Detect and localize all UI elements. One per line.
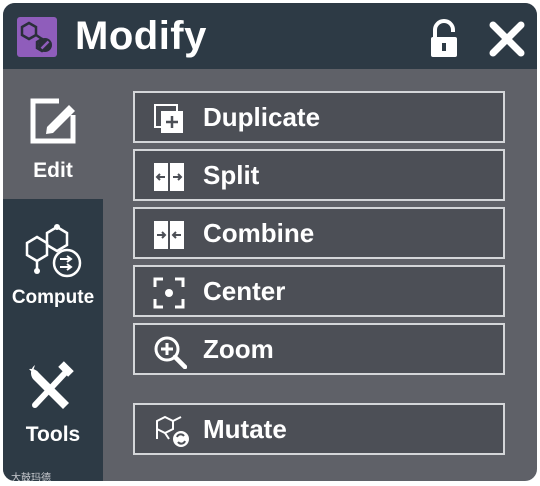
sidebar: Edit Compute Tools [3,69,103,481]
zoom-icon [153,335,188,370]
duplicate-icon [153,103,185,135]
close-icon[interactable] [487,19,527,59]
watermark: 大鼓玛德 [11,473,51,481]
tools-icon [25,361,81,418]
tab-edit-label: Edit [33,159,73,182]
window-title: Modify [75,14,207,58]
tab-tools[interactable]: Tools [3,335,103,481]
tab-edit[interactable]: Edit [3,69,103,199]
mutate-icon [153,413,189,449]
zoom-button[interactable]: Zoom [133,323,505,375]
unlock-icon[interactable] [427,19,461,59]
modify-panel: Modify Edit Compute Tools Duplicate Spli… [3,3,537,481]
split-button[interactable]: Split [133,149,505,201]
molecule-edit-icon [17,17,57,57]
split-label: Split [203,160,260,190]
title-bar: Modify [3,3,537,69]
zoom-label: Zoom [203,334,274,364]
duplicate-button[interactable]: Duplicate [133,91,505,143]
tab-tools-label: Tools [25,423,81,446]
combine-label: Combine [203,218,315,248]
combine-button[interactable]: Combine [133,207,505,259]
edit-icon [29,97,77,150]
tab-compute-label: Compute [11,287,95,308]
center-button[interactable]: Center [133,265,505,317]
center-icon [153,277,185,309]
combine-icon [153,219,185,251]
center-label: Center [203,276,286,306]
tab-compute[interactable]: Compute [3,199,103,335]
compute-molecule-icon [21,221,85,286]
duplicate-label: Duplicate [203,102,321,132]
mutate-label: Mutate [203,414,287,444]
mutate-button[interactable]: Mutate [133,403,505,455]
split-icon [153,161,185,193]
